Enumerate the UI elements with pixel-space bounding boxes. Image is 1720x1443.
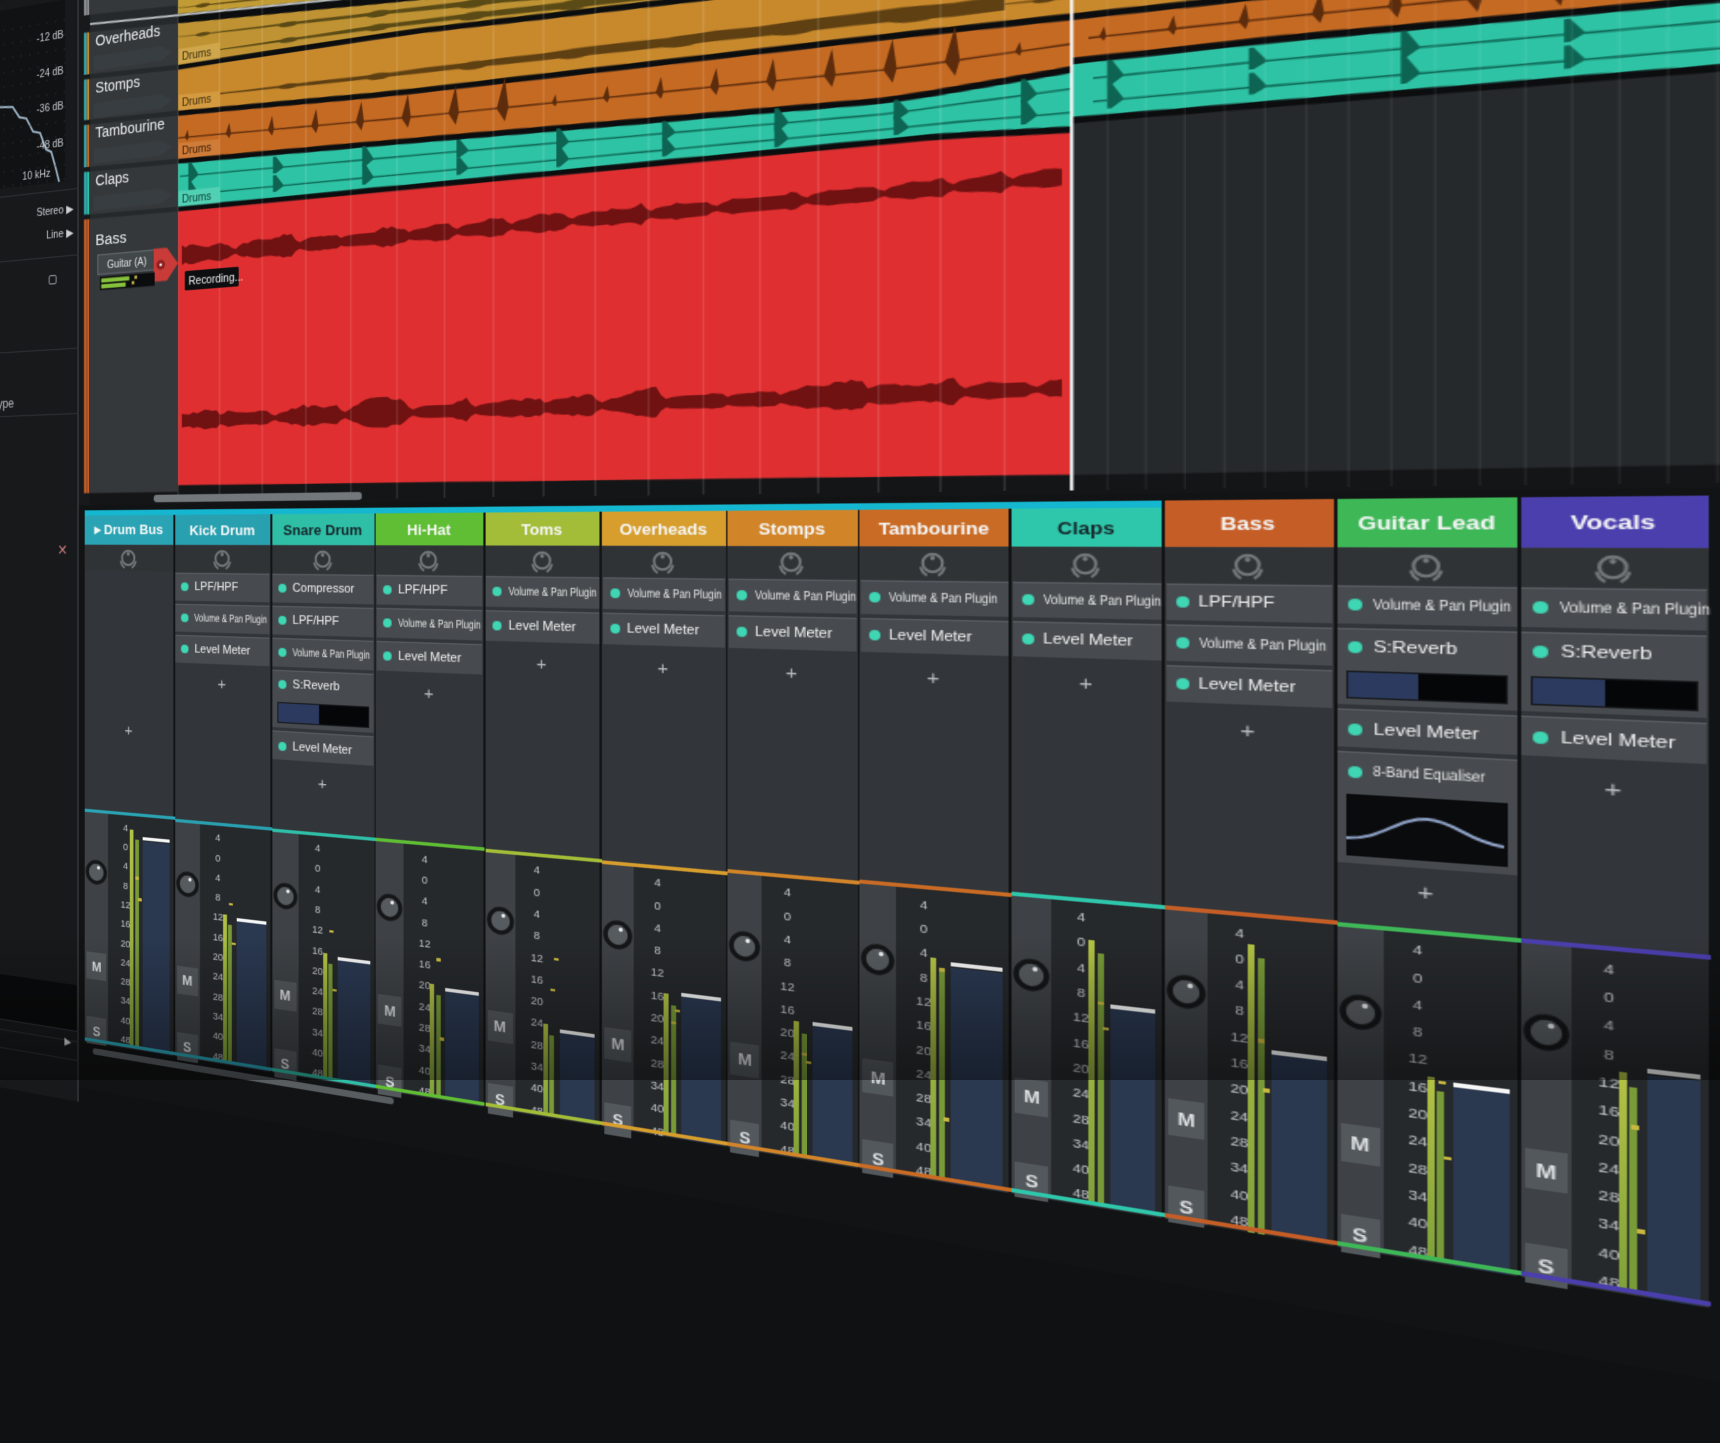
svg-text:Bass: Bass — [95, 229, 126, 250]
